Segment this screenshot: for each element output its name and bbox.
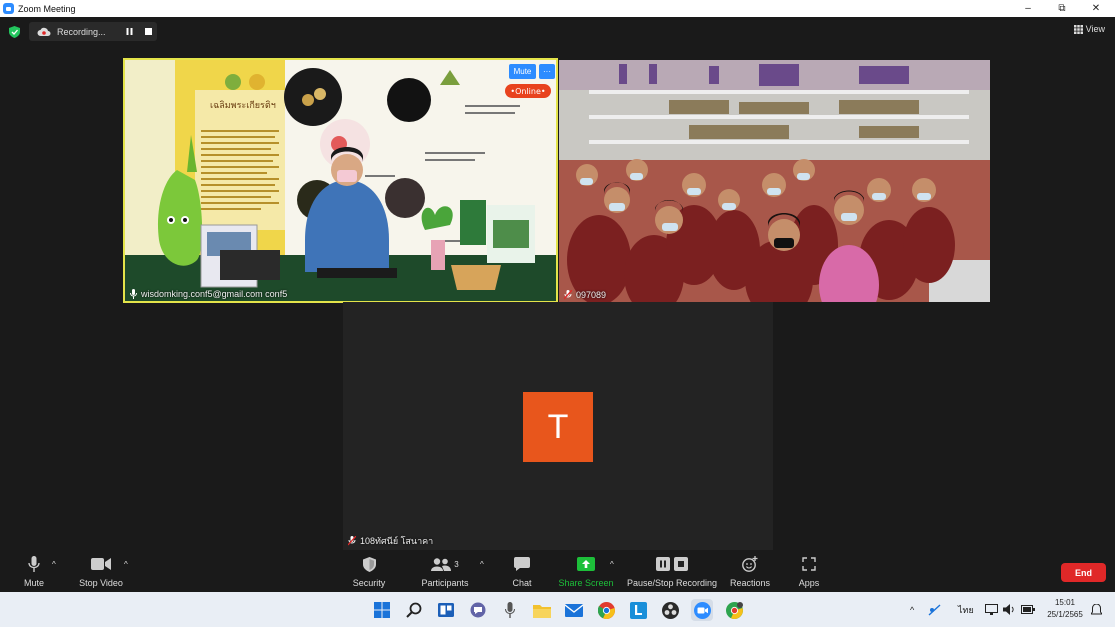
window-titlebar: Zoom Meeting – ⧉ ✕ <box>0 0 1115 17</box>
file-explorer-icon[interactable] <box>531 599 553 621</box>
stop-icon <box>674 557 688 571</box>
clock-date: 25/1/2565 <box>1047 610 1083 619</box>
chat-button[interactable]: Chat <box>506 554 538 592</box>
participant-name: 108ทัศนีย์ โสนาคา <box>360 536 434 546</box>
recording-label: Recording... <box>57 26 106 37</box>
smiley-add-icon <box>742 556 758 572</box>
stop-video-button[interactable]: Stop Video <box>76 554 126 592</box>
mute-options-caret[interactable]: ^ <box>52 560 56 569</box>
share-screen-button[interactable]: Share Screen <box>557 554 615 592</box>
view-label: View <box>1085 24 1105 34</box>
search-icon[interactable] <box>403 599 425 621</box>
video-tile-classroom[interactable]: 097089 <box>559 60 990 302</box>
volume-icon[interactable] <box>1003 592 1016 627</box>
windows-taskbar: ^ ไทย 15:01 25/1/2565 <box>0 592 1115 627</box>
show-hidden-icons-chevron[interactable]: ^ <box>910 592 914 627</box>
language-indicator[interactable]: ไทย <box>958 592 974 627</box>
window-title: Zoom Meeting <box>18 3 76 14</box>
tile-mute-button[interactable]: Mute <box>509 64 536 79</box>
obs-icon[interactable] <box>659 599 681 621</box>
line-app-icon[interactable] <box>627 599 649 621</box>
chat-bubble-icon <box>514 557 530 571</box>
reactions-button[interactable]: Reactions <box>728 554 772 592</box>
restore-button[interactable]: ⧉ <box>1047 0 1077 17</box>
share-options-caret[interactable]: ^ <box>610 560 614 569</box>
muted-microphone-icon <box>348 536 356 546</box>
recording-indicator: Recording... <box>29 22 157 41</box>
windows-start-icon[interactable] <box>371 599 393 621</box>
participants-button[interactable]: 3 Participants <box>416 554 474 592</box>
apps-icon <box>802 557 816 571</box>
participant-name: 097089 <box>576 290 607 300</box>
chrome-icon[interactable] <box>595 599 617 621</box>
participants-icon <box>431 557 452 571</box>
view-button[interactable]: View <box>1073 24 1105 34</box>
battery-icon[interactable] <box>1021 592 1035 627</box>
cloud-recording-icon <box>37 27 51 36</box>
zoom-app-icon <box>3 3 14 14</box>
video-camera-icon <box>91 558 111 570</box>
network-status-icon[interactable] <box>928 592 942 627</box>
presenter-video-feed: เฉลิมพระเกียรติฯ •Online• <box>125 60 556 301</box>
video-tile-presenter[interactable]: เฉลิมพระเกียรติฯ •Online• Mute ··· wisdo… <box>123 58 558 303</box>
task-view-icon[interactable] <box>435 599 457 621</box>
participants-options-caret[interactable]: ^ <box>480 560 484 569</box>
display-icon[interactable] <box>985 592 998 627</box>
pause-recording-icon[interactable] <box>125 27 134 36</box>
poster-heading: เฉลิมพระเกียรติฯ <box>210 100 276 111</box>
participants-count: 3 <box>454 559 459 569</box>
participant-name-tag: 108ทัศนีย์ โสนาคา <box>348 534 433 548</box>
mail-icon[interactable] <box>563 599 585 621</box>
classroom-video-feed <box>559 60 990 302</box>
participant-name: wisdomking.conf5@gmail.com conf5 <box>141 289 288 299</box>
shield-icon <box>362 556 376 572</box>
teams-chat-icon[interactable] <box>467 599 489 621</box>
stop-recording-icon[interactable] <box>144 27 153 36</box>
minimize-button[interactable]: – <box>1013 0 1043 17</box>
video-options-caret[interactable]: ^ <box>124 560 128 569</box>
participant-name-tag: 097089 <box>564 290 606 300</box>
microphone-icon <box>28 555 40 572</box>
chrome-profile-icon[interactable] <box>723 599 745 621</box>
participant-avatar: T <box>523 392 593 462</box>
tile-more-button[interactable]: ··· <box>539 64 555 79</box>
pause-icon <box>656 557 670 571</box>
end-meeting-button[interactable]: End <box>1061 563 1106 582</box>
video-tile-avatar[interactable]: T 108ทัศนีย์ โสนาคา <box>343 302 773 550</box>
muted-microphone-icon <box>564 290 572 300</box>
grid-view-icon <box>1073 24 1083 34</box>
encryption-shield-icon[interactable] <box>9 26 20 38</box>
microphone-icon <box>130 289 137 299</box>
online-badge: •Online• <box>510 87 545 96</box>
meeting-toolbar: Mute ^ Stop Video ^ Security 3 Participa… <box>0 554 1115 592</box>
apps-button[interactable]: Apps <box>793 554 825 592</box>
clock-time: 15:01 <box>1054 598 1076 607</box>
participant-name-tag: wisdomking.conf5@gmail.com conf5 <box>130 289 287 299</box>
microphone-app-icon[interactable] <box>499 599 521 621</box>
close-button[interactable]: ✕ <box>1081 0 1111 17</box>
mute-button[interactable]: Mute <box>14 554 54 592</box>
zoom-taskbar-icon[interactable] <box>691 599 713 621</box>
pause-stop-recording-button[interactable]: Pause/Stop Recording <box>626 554 718 592</box>
meeting-area: Recording... View เฉลิมพระเกียรติฯ •Onli… <box>0 17 1115 592</box>
security-button[interactable]: Security <box>348 554 390 592</box>
notifications-icon[interactable] <box>1091 592 1102 627</box>
system-clock[interactable]: 15:01 25/1/2565 <box>1040 597 1090 621</box>
share-screen-icon <box>577 557 595 571</box>
